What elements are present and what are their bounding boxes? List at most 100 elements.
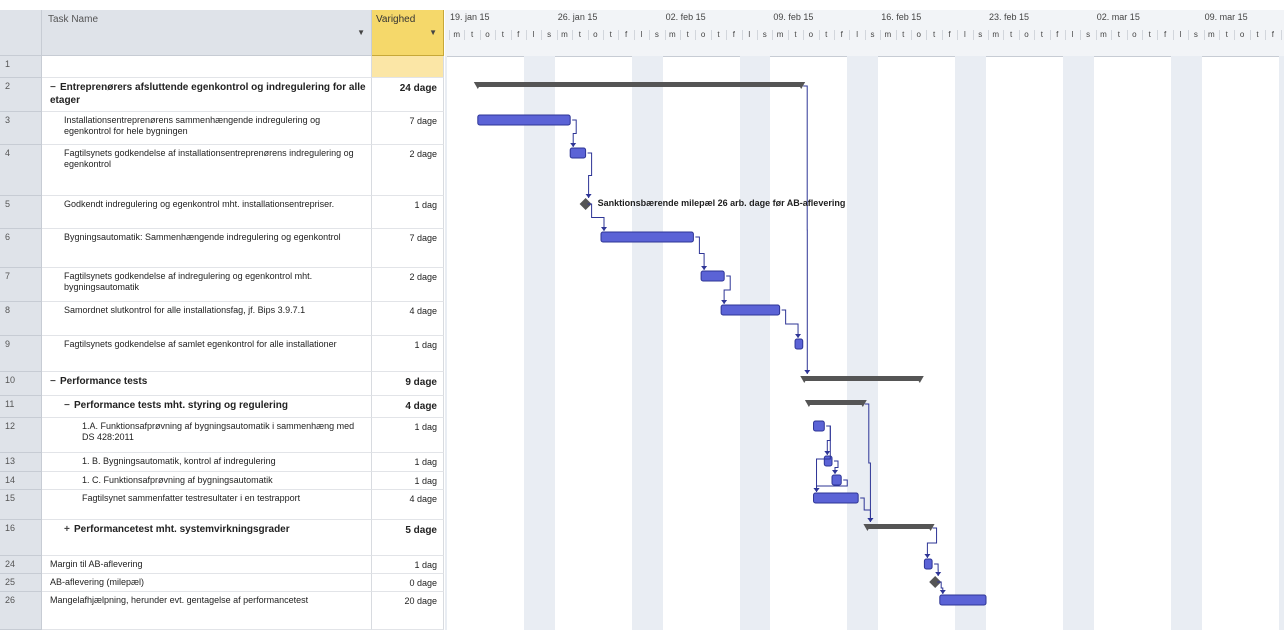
duration-cell[interactable]: 1 dag [372, 556, 444, 574]
task-name-cell[interactable]: Fagtilsynets godkendelse af installation… [42, 145, 372, 196]
dependency-link[interactable] [587, 152, 593, 198]
row-id-cell[interactable]: 4 [0, 145, 42, 196]
task-row[interactable]: 14 1. C. Funktionsafprøvning af bygningsa… [0, 472, 444, 490]
dependency-link[interactable] [587, 203, 605, 231]
collapse-icon[interactable]: − [50, 375, 60, 388]
task-bar[interactable] [823, 455, 833, 467]
task-row[interactable]: 6 Bygningsautomatik: Sammenhængende indre… [0, 229, 444, 268]
task-name-cell[interactable]: Samordnet slutkontrol for alle installat… [42, 302, 372, 336]
row-id-cell[interactable]: 15 [0, 490, 42, 520]
row-id-cell[interactable]: 14 [0, 472, 42, 490]
task-row[interactable]: 7 Fagtilsynets godkendelse af indreguleri… [0, 268, 444, 302]
dependency-arrow[interactable] [795, 334, 802, 338]
dependency-arrow[interactable] [570, 143, 577, 147]
row-id-cell[interactable]: 12 [0, 418, 42, 453]
task-row[interactable]: 3 Installationsentreprenørens sammenhænge… [0, 112, 444, 145]
duration-cell[interactable]: 20 dage [372, 592, 444, 630]
row-id-cell[interactable]: 1 [0, 56, 42, 78]
dependency-link[interactable] [826, 425, 831, 455]
row-id-cell[interactable]: 6 [0, 229, 42, 268]
task-name-cell[interactable]: Godkendt indregulering og egenkontrol mh… [42, 196, 372, 229]
task-bar[interactable] [600, 231, 694, 243]
task-name-cell[interactable]: AB-aflevering (milepæl) [42, 574, 372, 592]
dependency-link[interactable] [572, 119, 577, 147]
summary-bar[interactable] [867, 524, 931, 529]
dependency-arrow[interactable] [935, 572, 942, 576]
task-bar[interactable] [720, 304, 781, 316]
task-bar[interactable] [477, 114, 571, 126]
task-row[interactable]: 11− Performance tests mht. styring og reg… [0, 396, 444, 418]
row-id-cell[interactable]: 25 [0, 574, 42, 592]
row-id-cell[interactable]: 11 [0, 396, 42, 418]
dependency-link[interactable] [695, 236, 705, 270]
duration-cell[interactable]: 1 dag [372, 336, 444, 372]
task-row[interactable]: 9 Fagtilsynets godkendelse af samlet egen… [0, 336, 444, 372]
task-name-cell[interactable]: Mangelafhjælpning, herunder evt. gentage… [42, 592, 372, 630]
duration-cell[interactable]: 4 dage [372, 490, 444, 520]
task-bar[interactable] [939, 594, 987, 606]
row-id-cell[interactable]: 5 [0, 196, 42, 229]
dependency-arrow[interactable] [804, 370, 811, 374]
chevron-down-icon[interactable]: ▼ [429, 28, 437, 37]
task-bar[interactable] [569, 147, 587, 159]
task-name-cell[interactable]: Fagtilsynets godkendelse af samlet egenk… [42, 336, 372, 372]
task-row[interactable]: 1 [0, 56, 444, 78]
collapse-icon[interactable]: − [64, 399, 74, 412]
task-name-cell[interactable]: 1.A. Funktionsafprøvning af bygningsauto… [42, 418, 372, 453]
duration-cell[interactable] [372, 56, 444, 78]
chevron-down-icon[interactable]: ▼ [357, 28, 365, 37]
task-bar[interactable] [813, 492, 859, 504]
duration-cell[interactable]: 1 dag [372, 418, 444, 453]
row-id-cell[interactable]: 26 [0, 592, 42, 630]
duration-column-header[interactable]: Varighed ▼ [372, 10, 444, 56]
task-name-column-header[interactable]: Task Name ▼ [42, 10, 372, 56]
row-id-cell[interactable]: 24 [0, 556, 42, 574]
row-id-header[interactable] [0, 10, 42, 56]
dependency-arrow[interactable] [832, 470, 838, 474]
task-row[interactable]: 16 + Performancetest mht. systemvirkningsg… [0, 520, 444, 556]
task-name-cell[interactable]: 1. C. Funktionsafprøvning af bygningsaut… [42, 472, 372, 490]
task-name-cell[interactable]: Bygningsautomatik: Sammenhængende indreg… [42, 229, 372, 268]
dependency-arrow[interactable] [585, 194, 592, 198]
duration-cell[interactable]: 1 dag [372, 453, 444, 472]
task-name-cell[interactable] [42, 56, 372, 78]
task-row[interactable]: 25 AB-aflevering (milepæl) 0 dage [0, 574, 444, 592]
row-id-cell[interactable]: 16 [0, 520, 42, 556]
summary-bar[interactable] [804, 376, 920, 381]
dependency-arrow[interactable] [939, 590, 946, 594]
duration-cell[interactable]: 0 dage [372, 574, 444, 592]
task-bar[interactable] [813, 420, 825, 432]
dependency-link[interactable] [864, 403, 871, 522]
row-id-cell[interactable]: 8 [0, 302, 42, 336]
row-id-cell[interactable]: 10 [0, 372, 42, 396]
task-bar[interactable] [794, 338, 804, 350]
task-name-cell[interactable]: Installationsentreprenørens sammenhængen… [42, 112, 372, 145]
task-name-cell[interactable]: + Performancetest mht. systemvirkningsgra… [42, 520, 372, 556]
duration-cell[interactable]: 9 dage [372, 372, 444, 396]
task-row[interactable]: 2− Entreprenørers afsluttende egenkontrol… [0, 78, 444, 112]
task-name-cell[interactable]: Fagtilsynet sammenfatter testresultater … [42, 490, 372, 520]
duration-cell[interactable]: 2 dage [372, 145, 444, 196]
dependency-link[interactable] [781, 309, 799, 338]
dependency-arrow[interactable] [924, 554, 931, 558]
duration-cell[interactable]: 2 dage [372, 268, 444, 302]
dependency-link[interactable] [723, 275, 731, 304]
task-row[interactable]: 10− Performance tests 9 dage [0, 372, 444, 396]
duration-cell[interactable]: 7 dage [372, 229, 444, 268]
task-name-cell[interactable]: − Performance tests [42, 372, 372, 396]
task-name-cell[interactable]: 1. B. Bygningsautomatik, kontrol af indr… [42, 453, 372, 472]
dependency-link[interactable] [926, 527, 938, 558]
task-row[interactable]: 15 Fagtilsynet sammenfatter testresultate… [0, 490, 444, 520]
row-id-cell[interactable]: 13 [0, 453, 42, 472]
task-name-cell[interactable]: − Entreprenørers afsluttende egenkontrol … [42, 78, 372, 112]
dependency-arrow[interactable] [867, 518, 874, 522]
dependency-arrow[interactable] [721, 300, 728, 304]
task-row[interactable]: 13 1. B. Bygningsautomatik, kontrol af in… [0, 453, 444, 472]
task-row[interactable]: 12 1.A. Funktionsafprøvning af bygningsau… [0, 418, 444, 453]
dependency-link[interactable] [816, 425, 831, 492]
duration-cell[interactable]: 4 dage [372, 302, 444, 336]
task-row[interactable]: 8 Samordnet slutkontrol for alle installa… [0, 302, 444, 336]
dependency-arrow[interactable] [601, 227, 607, 231]
row-id-cell[interactable]: 2 [0, 78, 42, 112]
row-id-cell[interactable]: 7 [0, 268, 42, 302]
